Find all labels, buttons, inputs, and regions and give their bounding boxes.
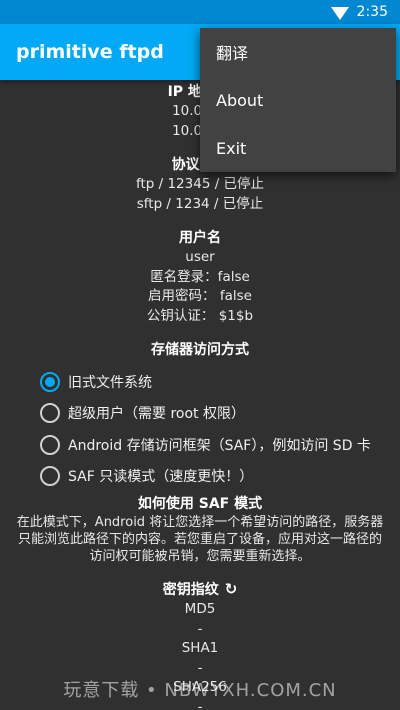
protocol-line-sftp: sftp / 1234 / 已停止: [136, 195, 264, 212]
storage-option-label: SAF 只读模式（速度更快！）: [68, 469, 254, 486]
saf-help-line: 在此模式下，Android 将让您选择一个希望访问的路径，服务器: [16, 515, 384, 530]
user-name-value: user: [185, 249, 215, 265]
status-bar: 2:35: [0, 0, 400, 24]
status-time: 2:35: [356, 4, 388, 20]
saf-help-line: 访问权可能被吊销，您需要重新选择。: [89, 549, 311, 564]
fingerprint-title-text: 密钥指纹: [162, 582, 219, 598]
saf-help-line: 只能浏览此路径下的内容。若您重启了设备，应用对这一路径的: [17, 532, 382, 547]
storage-option-root[interactable]: 超级用户（需要 root 权限）: [40, 398, 400, 430]
radio-unselected-icon[interactable]: [40, 403, 60, 424]
storage-option-saf-readonly[interactable]: SAF 只读模式（速度更快！）: [40, 461, 400, 493]
radio-unselected-icon[interactable]: [40, 434, 60, 455]
fingerprint-section-title: 密钥指纹 ↻: [0, 579, 400, 600]
protocol-line-ftp: ftp / 12345 / 已停止: [135, 176, 265, 192]
app-title: primitive ftpd: [16, 41, 164, 63]
md5-label: MD5: [184, 601, 216, 617]
storage-radio-group: 旧式文件系统 超级用户（需要 root 权限） Android 存储访问框架（S…: [0, 366, 400, 492]
storage-option-label: 超级用户（需要 root 权限）: [68, 406, 245, 423]
main-content: IP 地址 (I 10.0.3.1 10.0.2.1 协议 / 端 ftp / …: [0, 80, 400, 710]
sha1-label: SHA1: [181, 640, 219, 656]
overflow-menu: 翻译 About Exit: [200, 28, 396, 172]
md5-value: -: [197, 620, 203, 637]
anonymous-login-line: 匿名登录：false: [150, 268, 250, 285]
saf-help-title: 如何使用 SAF 模式: [137, 496, 263, 512]
menu-item-about[interactable]: About: [200, 76, 396, 124]
menu-item-exit[interactable]: Exit: [200, 124, 396, 172]
storage-option-saf[interactable]: Android 存储访问框架（SAF），例如访问 SD 卡: [40, 429, 400, 461]
wifi-icon: [330, 6, 349, 20]
refresh-icon[interactable]: ↻: [225, 579, 238, 599]
menu-item-translate[interactable]: 翻译: [200, 28, 396, 76]
watermark: 玩意下载 • NBWYXH.COM.CN: [63, 680, 337, 701]
radio-selected-icon[interactable]: [40, 371, 60, 392]
storage-option-legacy[interactable]: 旧式文件系统: [40, 366, 400, 398]
storage-option-label: 旧式文件系统: [68, 374, 152, 391]
radio-unselected-icon[interactable]: [40, 466, 60, 487]
user-section-title: 用户名: [179, 230, 221, 246]
storage-option-label: Android 存储访问框架（SAF），例如访问 SD 卡: [68, 437, 371, 454]
storage-section-title: 存储器访问方式: [151, 342, 249, 358]
pubkey-auth-line: 公钥认证： $1$b: [146, 307, 254, 324]
password-enabled-line: 启用密码： false: [148, 288, 252, 304]
